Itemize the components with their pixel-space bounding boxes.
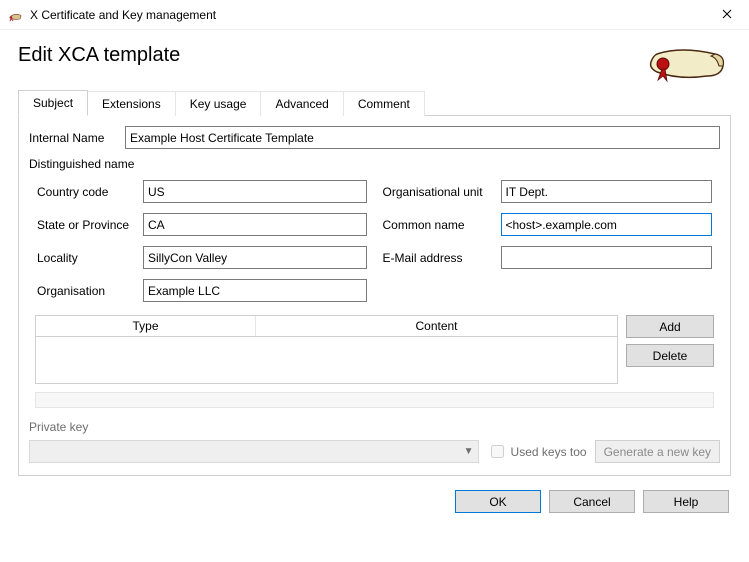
app-icon — [8, 7, 24, 23]
common-name-input[interactable] — [501, 213, 713, 236]
tab-subject[interactable]: Subject — [18, 90, 88, 116]
tab-comment[interactable]: Comment — [343, 91, 425, 116]
cancel-button[interactable]: Cancel — [549, 490, 635, 513]
locality-label: Locality — [37, 251, 143, 265]
dn-extra-table[interactable]: Type Content — [35, 315, 618, 384]
add-button[interactable]: Add — [626, 315, 714, 338]
tab-panel-subject: Internal Name Distinguished name Country… — [18, 115, 731, 476]
email-label: E-Mail address — [383, 251, 501, 265]
private-key-select: ▼ — [29, 440, 479, 463]
page-title: Edit XCA template — [18, 44, 180, 67]
horizontal-scrollbar[interactable] — [35, 392, 714, 408]
organisation-input[interactable] — [143, 279, 367, 302]
used-keys-too-input — [491, 445, 504, 458]
used-keys-too-checkbox: Used keys too — [487, 442, 587, 461]
titlebar: X Certificate and Key management — [0, 0, 749, 30]
tab-key-usage[interactable]: Key usage — [175, 91, 262, 116]
help-button[interactable]: Help — [643, 490, 729, 513]
tab-strip: Subject Extensions Key usage Advanced Co… — [18, 90, 731, 116]
country-code-input[interactable] — [143, 180, 367, 203]
common-name-label: Common name — [383, 218, 501, 232]
state-label: State or Province — [37, 218, 143, 232]
window-close-button[interactable] — [704, 0, 749, 30]
private-key-label: Private key — [29, 420, 720, 434]
table-col-type[interactable]: Type — [36, 316, 256, 336]
distinguished-name-label: Distinguished name — [29, 157, 720, 171]
email-input[interactable] — [501, 246, 713, 269]
table-col-content[interactable]: Content — [256, 316, 617, 336]
close-icon — [722, 8, 732, 21]
tab-extensions[interactable]: Extensions — [87, 91, 176, 116]
ok-button[interactable]: OK — [455, 490, 541, 513]
state-input[interactable] — [143, 213, 367, 236]
locality-input[interactable] — [143, 246, 367, 269]
delete-button[interactable]: Delete — [626, 344, 714, 367]
internal-name-input[interactable] — [125, 126, 720, 149]
organisation-label: Organisation — [37, 284, 143, 298]
country-code-label: Country code — [37, 185, 143, 199]
internal-name-label: Internal Name — [29, 131, 119, 145]
org-unit-label: Organisational unit — [383, 185, 501, 199]
chevron-down-icon: ▼ — [464, 446, 474, 457]
window-title: X Certificate and Key management — [30, 8, 216, 22]
table-header: Type Content — [36, 316, 617, 337]
org-unit-input[interactable] — [501, 180, 713, 203]
generate-new-key-button: Generate a new key — [595, 440, 720, 463]
used-keys-too-label: Used keys too — [511, 445, 587, 459]
tab-advanced[interactable]: Advanced — [260, 91, 343, 116]
table-body-empty[interactable] — [36, 337, 617, 383]
certificate-scroll-icon — [645, 44, 731, 84]
